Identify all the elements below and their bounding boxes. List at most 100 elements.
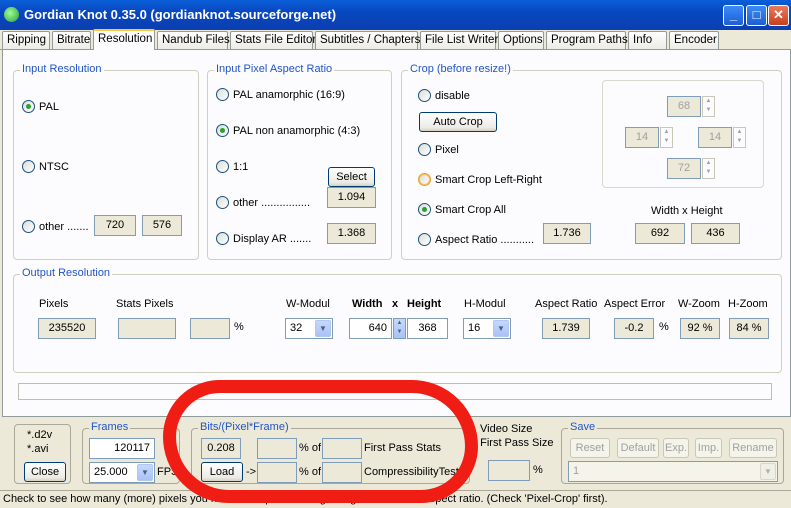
crop-left-field[interactable]: 14 — [625, 127, 659, 148]
height-input[interactable]: 368 — [407, 318, 448, 339]
radio-dot — [216, 88, 229, 101]
group-title: Bits/(Pixel*Frame) — [198, 421, 291, 433]
save-group: Save Reset Default Exp. Imp. Rename 1 ▼ — [561, 421, 784, 484]
chevron-down-icon: ▼ — [315, 320, 331, 337]
h-zoom-label: H-Zoom — [728, 298, 768, 310]
close-window-button[interactable]: ✕ — [768, 5, 789, 26]
file-box: *.d2v *.avi Close — [14, 424, 71, 484]
radio-par-other[interactable]: other ................ — [216, 196, 310, 209]
radio-crop-disable[interactable]: disable — [418, 89, 470, 102]
radio-smart-crop-lr[interactable]: Smart Crop Left-Right — [418, 173, 542, 186]
tab-nandub-files[interactable]: Nandub Files — [157, 31, 230, 49]
radio-ntsc[interactable]: NTSC — [22, 160, 69, 173]
bits-per-pixel-group: Bits/(Pixel*Frame) 0.208 % of First Pass… — [191, 421, 470, 484]
h-zoom-value: 84 % — [729, 318, 769, 339]
title-bar: Gordian Knot 0.35.0 (gordianknot.sourcef… — [0, 0, 791, 30]
radio-display-ar[interactable]: Display AR ....... — [216, 232, 311, 245]
group-title: Input Resolution — [20, 63, 104, 75]
crop-right-field[interactable]: 14 — [698, 127, 732, 148]
input-height-field[interactable]: 576 — [142, 215, 182, 236]
first-pass-value — [322, 438, 362, 459]
h-modul-label: H-Modul — [464, 298, 506, 310]
pixels-label: Pixels — [39, 298, 69, 310]
crop-aspect-value: 1.736 — [543, 223, 591, 244]
par-other-value[interactable]: 1.094 — [327, 187, 376, 208]
pixels-value: 235520 — [38, 318, 96, 339]
bottom-bar: *.d2v *.avi Close Frames 120117 25.000 ▼ … — [0, 418, 791, 490]
radio-pal[interactable]: PAL — [22, 100, 59, 113]
minimize-button[interactable]: _ — [723, 5, 744, 26]
tab-encoder[interactable]: Encoder — [669, 31, 719, 49]
aspect-error-label: Aspect Error — [604, 298, 666, 310]
aspect-ratio-value: 1.739 — [542, 318, 590, 339]
group-title: Output Resolution — [20, 267, 113, 279]
width-input[interactable]: 640 — [349, 318, 392, 339]
radio-dot — [216, 124, 229, 137]
tab-options[interactable]: Options — [498, 31, 544, 49]
width-spinner[interactable]: ▲ ▼ — [393, 318, 406, 339]
input-width-field[interactable]: 720 — [94, 215, 136, 236]
radio-other[interactable]: other ....... — [22, 220, 89, 233]
radio-dot — [22, 220, 35, 233]
radio-pal-anamorphic[interactable]: PAL anamorphic (16:9) — [216, 88, 345, 101]
chevron-down-icon: ▼ — [493, 320, 509, 337]
radio-dot — [22, 160, 35, 173]
import-button[interactable]: Imp. — [695, 438, 722, 458]
maximize-button[interactable]: □ — [746, 5, 767, 26]
auto-crop-button[interactable]: Auto Crop — [419, 112, 497, 132]
radio-smart-crop-all[interactable]: Smart Crop All — [418, 203, 506, 216]
crop-bottom-spinner[interactable]: ▲ ▼ — [702, 158, 715, 179]
fps-label: FPS — [157, 466, 179, 478]
resolution-panel: Input Resolution PAL NTSC other ....... … — [2, 50, 791, 417]
save-profile-select[interactable]: 1 ▼ — [568, 461, 778, 482]
crop-group: Crop (before resize!) disable Auto Crop … — [401, 63, 782, 260]
tab-bitrate[interactable]: Bitrate — [52, 31, 91, 49]
position-slider-track[interactable] — [18, 383, 772, 400]
chevron-down-icon: ▼ — [137, 464, 153, 481]
tab-info[interactable]: Info — [628, 31, 667, 49]
crop-width-value: 692 — [635, 223, 685, 244]
aspect-ratio-label: Aspect Ratio — [535, 298, 598, 310]
load-button[interactable]: Load — [201, 462, 243, 482]
input-resolution-group: Input Resolution PAL NTSC other ....... … — [13, 63, 199, 260]
tab-program-paths[interactable]: Program Paths — [546, 31, 628, 49]
first-pass-stats-label: First Pass Stats — [364, 442, 442, 454]
aspect-error-value: -0.2 — [614, 318, 654, 339]
video-pct-sign: % — [533, 464, 543, 476]
tab-stats-file-editor[interactable]: Stats File Editor — [230, 31, 316, 49]
reset-button[interactable]: Reset — [570, 438, 610, 458]
position-slider-thumb[interactable] — [258, 380, 267, 392]
radio-one-to-one[interactable]: 1:1 — [216, 160, 248, 173]
radio-crop-aspect[interactable]: Aspect Ratio ........... — [418, 233, 534, 246]
tab-subtitles-chapters[interactable]: Subtitles / Chapters — [315, 31, 420, 49]
radio-crop-pixel[interactable]: Pixel — [418, 143, 459, 156]
close-button[interactable]: Close — [24, 462, 66, 482]
w-modul-select[interactable]: 32 ▼ — [285, 318, 333, 339]
h-modul-select[interactable]: 16 ▼ — [463, 318, 511, 339]
height-label: Height — [407, 298, 442, 310]
tab-file-list-writer[interactable]: File List Writer — [420, 31, 498, 49]
crop-top-spinner[interactable]: ▲ ▼ — [702, 96, 715, 117]
frames-group: Frames 120117 25.000 ▼ FPS — [82, 421, 180, 484]
display-ar-value[interactable]: 1.368 — [327, 223, 376, 244]
pct-sign: % — [234, 321, 244, 333]
rename-button[interactable]: Rename — [729, 438, 777, 458]
tab-ripping[interactable]: Ripping — [2, 31, 50, 49]
crop-top-field[interactable]: 68 — [667, 96, 701, 117]
default-button[interactable]: Default — [617, 438, 659, 458]
x-label: x — [392, 298, 399, 310]
radio-pal-non-anamorphic[interactable]: PAL non anamorphic (4:3) — [216, 124, 360, 137]
compress-pct — [257, 462, 297, 483]
aspect-error-pct: % — [659, 321, 669, 333]
crop-bottom-field[interactable]: 72 — [667, 158, 701, 179]
radio-dot — [418, 233, 431, 246]
pct-of-label: % of — [299, 442, 322, 454]
export-button[interactable]: Exp. — [663, 438, 689, 458]
tab-resolution[interactable]: Resolution — [93, 29, 155, 50]
d2v-label: *.d2v — [27, 429, 53, 441]
crop-left-spinner[interactable]: ▲ ▼ — [660, 127, 673, 148]
fps-select[interactable]: 25.000 ▼ — [89, 462, 155, 483]
crop-right-spinner[interactable]: ▲ ▼ — [733, 127, 746, 148]
frames-field[interactable]: 120117 — [89, 438, 155, 459]
select-button[interactable]: Select — [328, 167, 375, 187]
